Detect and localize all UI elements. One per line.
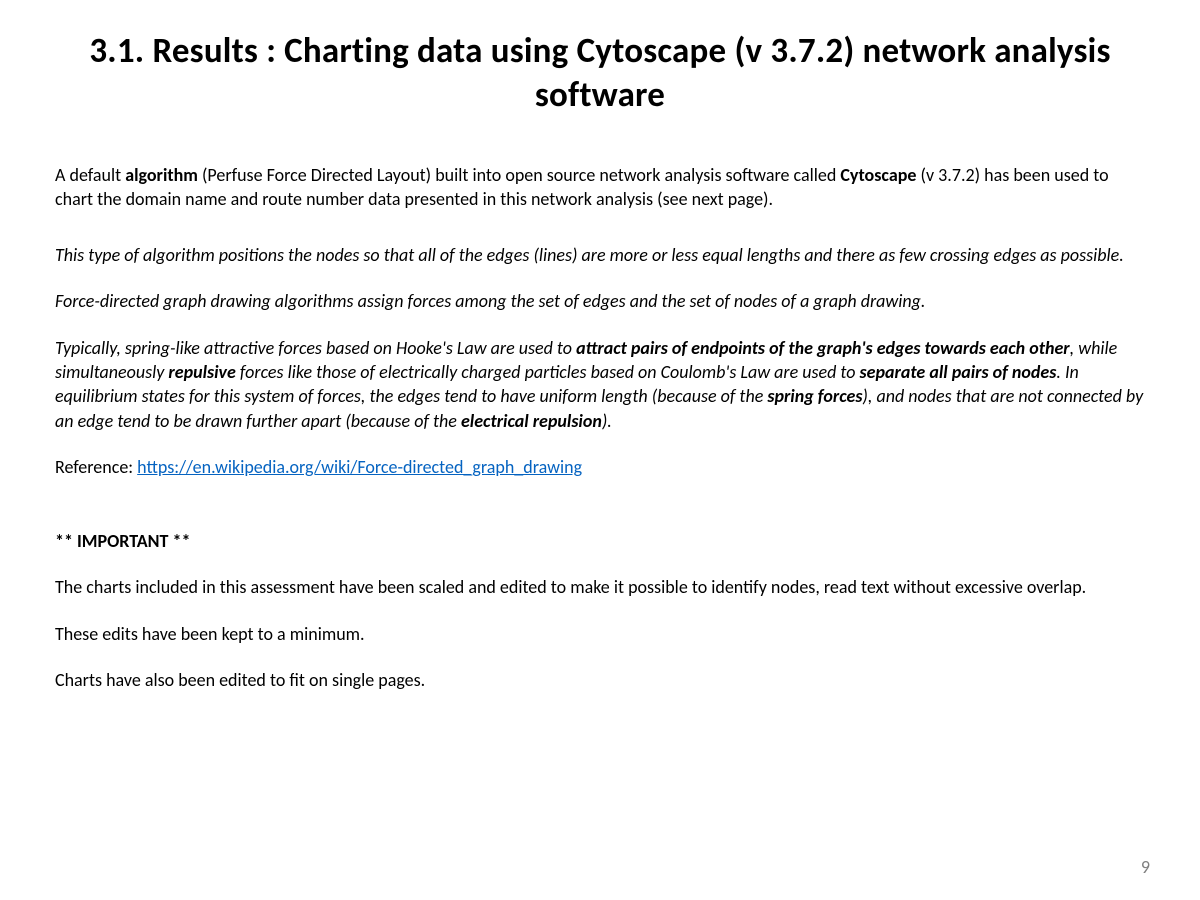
important-heading: ** IMPORTANT ** [55, 529, 1145, 553]
text-bold: Cytoscape [840, 164, 916, 186]
paragraph-force-directed: Force-directed graph drawing algorithms … [55, 289, 1145, 313]
paragraph-intro: A default algorithm (Perfuse Force Direc… [55, 163, 1145, 212]
document-page: 3.1. Results : Charting data using Cytos… [0, 0, 1200, 900]
reference-link[interactable]: https://en.wikipedia.org/wiki/Force-dire… [137, 456, 582, 478]
text: ). [602, 410, 612, 432]
paragraph-scaling-note: The charts included in this assessment h… [55, 575, 1145, 599]
text: (Perfuse Force Directed Layout) built in… [198, 164, 840, 186]
text-bold-italic: repulsive [168, 361, 235, 383]
paragraph-forces-detail: Typically, spring-like attractive forces… [55, 336, 1145, 433]
text-bold-italic: separate all pairs of nodes [860, 361, 1057, 383]
text-bold-italic: electrical repulsion [461, 410, 602, 432]
text: forces like those of electrically charge… [236, 361, 860, 383]
paragraph-algorithm-desc: This type of algorithm positions the nod… [55, 243, 1145, 267]
page-title: 3.1. Results : Charting data using Cytos… [55, 30, 1145, 118]
text-bold-italic: attract pairs of endpoints of the graph'… [576, 337, 1070, 359]
paragraph-edits-minimum: These edits have been kept to a minimum. [55, 622, 1145, 646]
text-bold: algorithm [125, 164, 198, 186]
paragraph-fit-pages: Charts have also been edited to fit on s… [55, 668, 1145, 692]
text-bold-italic: spring forces [767, 385, 862, 407]
reference-label: Reference: [55, 456, 137, 478]
text: A default [55, 164, 125, 186]
text: Typically, spring-like attractive forces… [55, 337, 576, 359]
page-number: 9 [1141, 856, 1150, 878]
paragraph-reference: Reference: https://en.wikipedia.org/wiki… [55, 455, 1145, 479]
